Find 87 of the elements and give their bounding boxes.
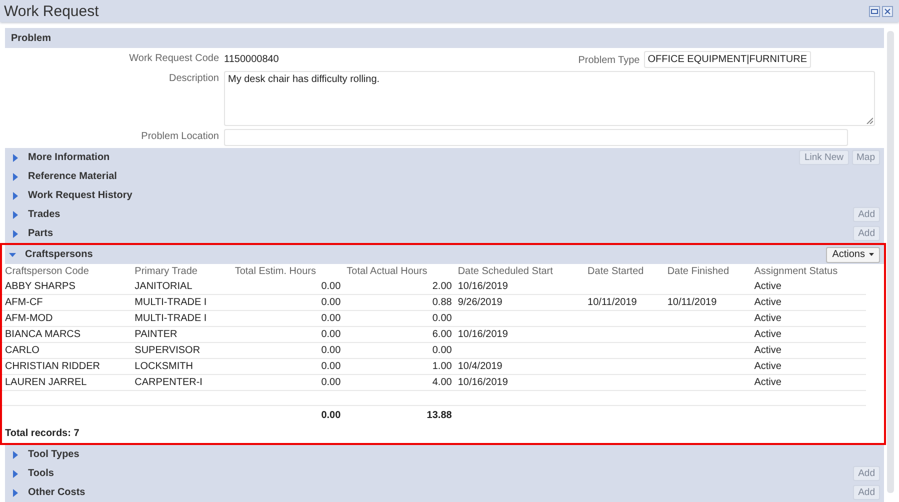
table-cell: 10/4/2019: [454, 358, 585, 374]
table-cell: 0.00: [232, 358, 344, 374]
table-cell: Active: [751, 310, 866, 326]
triangle-right-icon[interactable]: [12, 192, 19, 200]
section-title[interactable]: Reference Material: [28, 171, 871, 182]
table-cell: 0.00: [232, 279, 344, 294]
table-cell: Active: [751, 326, 866, 342]
resize-grip-icon[interactable]: [866, 117, 873, 124]
triangle-right-icon[interactable]: [12, 154, 19, 162]
table-cell: AFM-CF: [2, 294, 132, 310]
table-cell: CARLO: [2, 342, 132, 358]
column-header[interactable]: Total Actual Hours: [344, 264, 455, 279]
column-header[interactable]: Assignment Status: [751, 264, 866, 279]
table-cell: 0.00: [232, 326, 344, 342]
table-cell: Active: [751, 294, 866, 310]
section-title[interactable]: Craftspersons: [25, 249, 818, 260]
field-label: Problem Type: [578, 54, 640, 66]
table-cell: LOCKSMITH: [132, 358, 232, 374]
text-area[interactable]: My desk chair has difficulty rolling.: [224, 71, 875, 126]
table-cell: 6.00: [344, 326, 455, 342]
triangle-right-icon[interactable]: [12, 450, 19, 458]
section-title[interactable]: Work Request History: [28, 190, 871, 201]
column-header[interactable]: Date Finished: [664, 264, 752, 279]
table-cell: 10/11/2019: [664, 294, 752, 310]
table-cell: ABBY SHARPS: [2, 279, 132, 294]
table-cell: MULTI-TRADE I: [132, 294, 232, 310]
input-field[interactable]: [224, 129, 848, 146]
table-cell: CARPENTER-I: [132, 374, 232, 390]
triangle-right-icon[interactable]: [12, 172, 19, 180]
maximize-icon[interactable]: [869, 6, 880, 16]
table-cell: Active: [751, 358, 866, 374]
table-cell: 10/16/2019: [454, 279, 585, 294]
table-cell: Active: [751, 342, 866, 358]
section-title[interactable]: Tool Types: [28, 449, 871, 460]
field-label: Problem Location: [140, 130, 219, 144]
table-cell: AFM-MOD: [2, 310, 132, 326]
window-title: Work Request: [4, 2, 99, 20]
column-header[interactable]: Craftsperson Code: [2, 264, 132, 279]
table-cell: 2.00: [344, 279, 455, 294]
triangle-down-icon[interactable]: [9, 250, 16, 258]
input-field[interactable]: OFFICE EQUIPMENT|FURNITURE: [644, 51, 811, 68]
table-cell: 9/26/2019: [454, 294, 585, 310]
panel-header: Problem: [5, 28, 884, 48]
table-cell: MULTI-TRADE I: [132, 310, 232, 326]
section-title[interactable]: Other Costs: [28, 487, 844, 498]
table-cell: 10/11/2019: [584, 294, 664, 310]
caret-icon: [869, 253, 874, 256]
table-cell: 0.00: [344, 342, 455, 358]
table-cell: 0.00: [232, 294, 344, 310]
section-title[interactable]: Parts: [28, 228, 844, 239]
total-cell: 0.00: [232, 406, 344, 426]
table-cell: SUPERVISOR: [132, 342, 232, 358]
column-header[interactable]: Date Started: [584, 264, 664, 279]
table-cell: BIANCA MARCS: [2, 326, 132, 342]
triangle-right-icon[interactable]: [12, 470, 19, 478]
column-header[interactable]: Total Estim. Hours: [232, 264, 344, 279]
table-cell: 1.00: [344, 358, 455, 374]
section-title[interactable]: Trades: [28, 209, 844, 220]
section-title[interactable]: More Information: [28, 152, 790, 163]
triangle-right-icon[interactable]: [12, 210, 19, 218]
table-cell: CHRISTIAN RIDDER: [2, 358, 132, 374]
table-cell: 0.00: [232, 342, 344, 358]
scrollbar[interactable]: [887, 31, 894, 493]
actions-button[interactable]: Actions: [826, 246, 880, 262]
table-cell: 0.00: [344, 310, 455, 326]
table-cell: 0.00: [232, 310, 344, 326]
field-label: Description: [168, 72, 219, 86]
table-cell: 0.00: [232, 374, 344, 390]
total-cell: 13.88: [344, 406, 455, 426]
table-cell: 10/16/2019: [454, 374, 585, 390]
table-cell: 10/16/2019: [454, 326, 585, 342]
section-title[interactable]: Tools: [28, 468, 844, 479]
triangle-right-icon[interactable]: [12, 488, 19, 496]
field-value: 1150000840: [224, 54, 279, 65]
table-cell: 0.88: [344, 294, 455, 310]
table-cell: LAUREN JARREL: [2, 374, 132, 390]
table-cell: 4.00: [344, 374, 455, 390]
column-header[interactable]: Date Scheduled Start: [454, 264, 585, 279]
table-cell: Active: [751, 374, 866, 390]
field-label: Work Request Code: [128, 52, 219, 66]
table-cell: JANITORIAL: [132, 279, 232, 294]
table-cell: Active: [751, 279, 866, 294]
table-cell: PAINTER: [132, 326, 232, 342]
column-header[interactable]: Primary Trade: [132, 264, 232, 279]
close-icon[interactable]: [882, 6, 893, 16]
record-count: Total records: 7: [4, 427, 80, 439]
triangle-right-icon[interactable]: [12, 230, 19, 238]
